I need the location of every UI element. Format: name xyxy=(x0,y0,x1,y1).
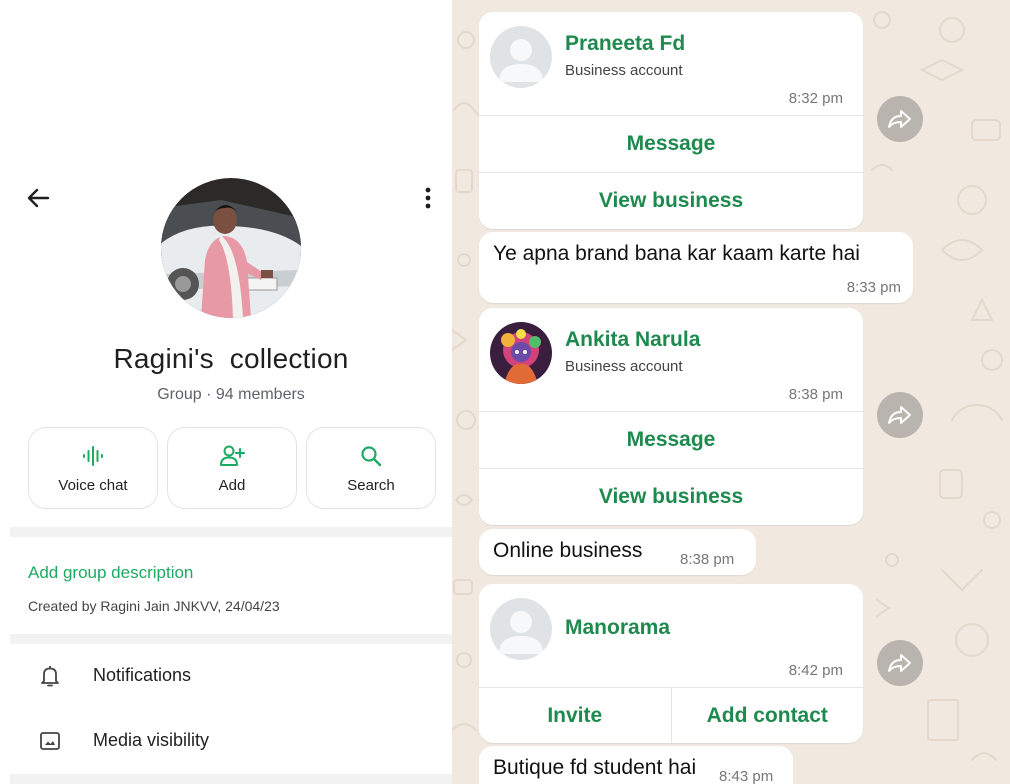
add-person-icon xyxy=(220,445,245,466)
contact-name[interactable]: Ankita Narula xyxy=(565,328,700,352)
forward-button[interactable] xyxy=(877,96,923,142)
image-icon xyxy=(40,732,60,750)
message-time: 8:42 pm xyxy=(788,662,843,679)
voice-chat-label: Voice chat xyxy=(58,477,128,494)
message-button[interactable]: Message xyxy=(479,411,863,468)
search-label: Search xyxy=(347,477,395,494)
message-time: 8:33 pm xyxy=(846,279,901,296)
contact-avatar[interactable] xyxy=(490,598,552,660)
contact-actions-row: Invite Add contact xyxy=(479,687,863,743)
forward-icon xyxy=(888,406,911,424)
shared-contact-card: Praneeta Fd Business account 8:32 pm Mes… xyxy=(479,12,863,229)
invite-button[interactable]: Invite xyxy=(479,688,671,743)
message-bubble[interactable]: Online business 8:38 pm xyxy=(479,529,756,575)
bell-icon xyxy=(41,666,59,687)
group-avatar[interactable] xyxy=(161,178,301,318)
group-info-panel: Ragini's collection Group · 94 members V… xyxy=(0,0,452,784)
add-contact-button[interactable]: Add contact xyxy=(670,688,864,743)
search-icon xyxy=(361,446,382,467)
forward-button[interactable] xyxy=(877,640,923,686)
media-visibility-setting[interactable]: Media visibility xyxy=(10,715,452,769)
contact-name[interactable]: Manorama xyxy=(565,616,670,640)
contact-subtitle: Business account xyxy=(565,358,683,375)
message-bubble[interactable]: Ye apna brand bana kar kaam karte hai 8:… xyxy=(479,232,913,303)
forward-button[interactable] xyxy=(877,392,923,438)
add-group-description-link[interactable]: Add group description xyxy=(28,563,193,583)
message-time: 8:32 pm xyxy=(788,90,843,107)
shared-contact-card: Manorama 8:42 pm Invite Add contact xyxy=(479,584,863,743)
message-text: Online business xyxy=(493,539,643,562)
message-bubble[interactable]: Butique fd student hai 8:43 pm xyxy=(479,746,793,784)
add-member-button[interactable]: Add xyxy=(167,427,297,509)
contact-subtitle: Business account xyxy=(565,62,683,79)
view-business-button[interactable]: View business xyxy=(479,172,863,229)
message-time: 8:43 pm xyxy=(719,768,774,784)
notifications-setting[interactable]: Notifications xyxy=(10,650,452,704)
notifications-label: Notifications xyxy=(93,665,192,685)
message-time: 8:38 pm xyxy=(680,551,735,568)
shared-contact-card: Ankita Narula Business account 8:38 pm M… xyxy=(479,308,863,525)
group-member-count: Group · 94 members xyxy=(157,386,305,403)
section-divider xyxy=(10,634,452,644)
group-created-info: Created by Ragini Jain JNKVV, 24/04/23 xyxy=(28,598,280,614)
group-name: Ragini's collection xyxy=(113,343,349,374)
contact-avatar[interactable] xyxy=(490,322,552,384)
message-text: Ye apna brand bana kar kaam karte hai xyxy=(493,242,860,265)
voice-chat-button[interactable]: Voice chat xyxy=(28,427,158,509)
contact-avatar[interactable] xyxy=(490,26,552,88)
message-time: 8:38 pm xyxy=(788,386,843,403)
add-member-label: Add xyxy=(218,477,246,494)
message-text: Butique fd student hai xyxy=(493,756,697,779)
search-button[interactable]: Search xyxy=(306,427,436,509)
section-divider xyxy=(10,527,452,537)
voice-chat-icon xyxy=(83,446,103,466)
forward-icon xyxy=(888,654,911,672)
section-divider xyxy=(10,774,452,784)
back-arrow-icon[interactable] xyxy=(24,184,52,212)
contact-name[interactable]: Praneeta Fd xyxy=(565,32,685,56)
more-options-icon[interactable] xyxy=(416,184,440,212)
message-button[interactable]: Message xyxy=(479,115,863,172)
view-business-button[interactable]: View business xyxy=(479,468,863,525)
media-visibility-label: Media visibility xyxy=(93,730,210,750)
forward-icon xyxy=(888,110,911,128)
chat-panel: Praneeta Fd Business account 8:32 pm Mes… xyxy=(452,0,1010,784)
